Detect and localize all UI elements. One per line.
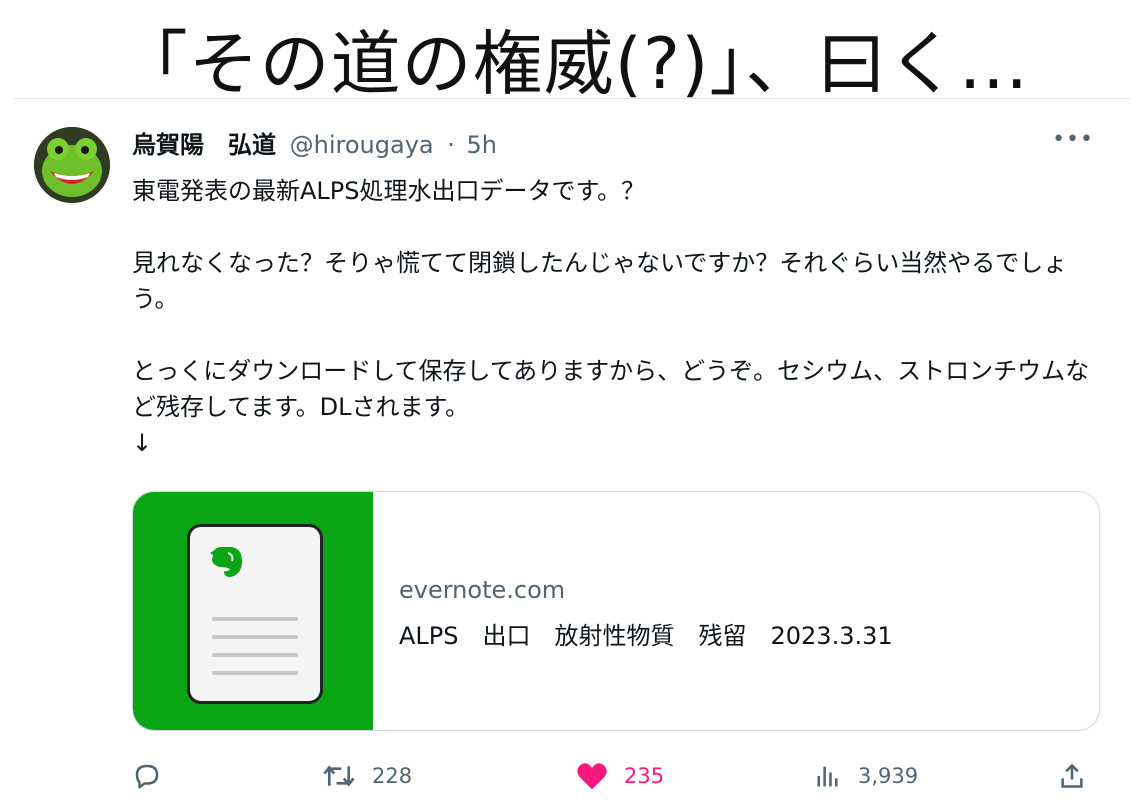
author-name[interactable]: 烏賀陽 弘道 [132, 131, 276, 159]
views-button[interactable]: 3,939 [814, 759, 918, 793]
meta-separator: · [447, 131, 455, 159]
doc-line [212, 671, 298, 675]
tweet-paragraph-3: とっくにダウンロードして保存してありますから、どうぞ。セシウム、ストロンチウムな… [132, 357, 1090, 457]
views-count: 3,939 [858, 764, 919, 788]
retweet-button[interactable]: 228 [322, 759, 412, 793]
tweet-paragraph-1: 東電発表の最新ALPS処理水出口データです。？ [132, 177, 646, 205]
author-handle[interactable]: @hirougaya [290, 131, 434, 159]
reply-icon [135, 764, 159, 789]
evernote-elephant-icon [210, 547, 242, 577]
card-domain: evernote.com [399, 576, 566, 604]
link-card[interactable]: evernote.com ALPS 出口 放射性物質 残留 2023.3.31 [132, 491, 1100, 731]
tweet-time[interactable]: 5h [467, 131, 497, 159]
doc-line [212, 617, 298, 621]
doc-line [212, 653, 298, 657]
tweet: 烏賀陽 弘道 @hirougaya · 5h ••• 東電発表の最新ALPS処理… [14, 98, 1130, 810]
document-icon [187, 524, 323, 704]
reply-button[interactable] [132, 759, 162, 793]
avatar-image [34, 127, 110, 203]
card-thumbnail [133, 492, 373, 730]
action-bar: 228 235 3,939 [132, 759, 1092, 793]
like-count: 235 [624, 764, 665, 788]
like-button[interactable]: 235 [576, 759, 664, 793]
share-button[interactable] [1058, 759, 1086, 793]
views-icon [817, 766, 838, 787]
heart-icon [577, 763, 607, 790]
retweet-count: 228 [372, 764, 413, 788]
tweet-paragraph-2: 見れなくなった？そりゃ慌てて閉鎖したんじゃないですか？それぐらい当然やるでしょう… [132, 249, 1068, 313]
page-caption: 「その道の権威(?)」、曰く… [117, 23, 1030, 105]
card-title: ALPS 出口 放射性物質 残留 2023.3.31 [399, 622, 893, 650]
tweet-text: 東電発表の最新ALPS処理水出口データです。？ 見れなくなった？そりゃ慌てて閉鎖… [132, 173, 1112, 461]
doc-line [212, 635, 298, 639]
retweet-icon [323, 765, 355, 787]
share-icon [1061, 763, 1083, 788]
avatar[interactable] [34, 127, 110, 203]
more-options-icon[interactable]: ••• [1052, 127, 1094, 152]
tweet-header: 烏賀陽 弘道 @hirougaya · 5h [132, 129, 497, 161]
